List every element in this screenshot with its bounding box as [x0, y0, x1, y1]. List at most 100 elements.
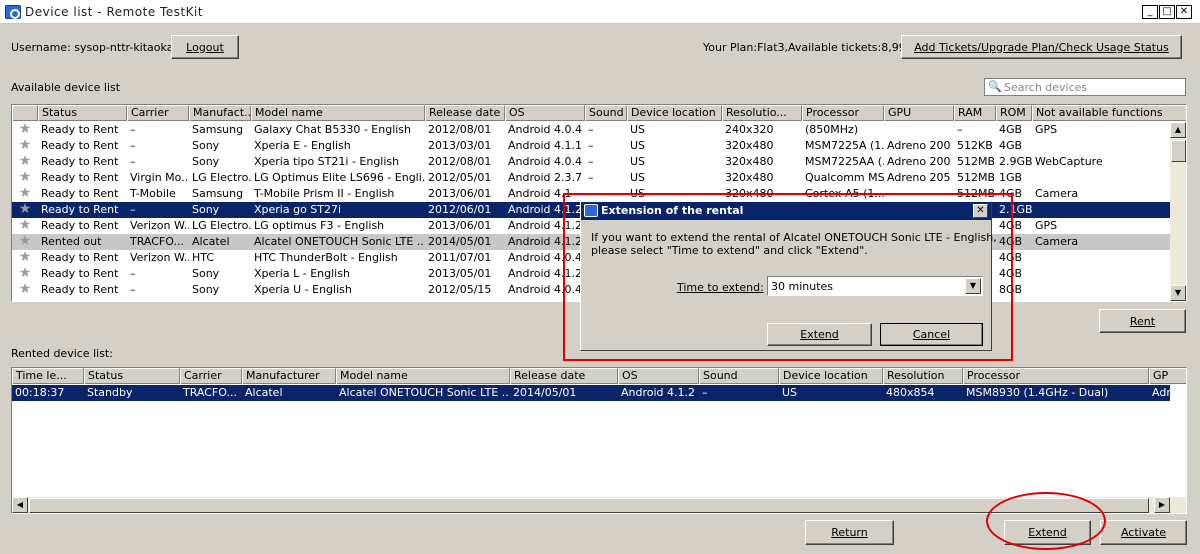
table-cell: 240x320 [725, 123, 774, 136]
table-cell: – [588, 123, 594, 136]
available-header-col-7[interactable]: Device location [627, 105, 722, 121]
table-cell: Adreno 200 [887, 155, 951, 168]
scroll-thumb[interactable] [1171, 140, 1186, 162]
table-cell: T-Mobile [130, 187, 176, 200]
table-cell: 512MB [957, 155, 996, 168]
table-cell: 2014/05/01 [428, 235, 492, 248]
table-row[interactable]: ★Ready to Rent Virgin Mo...LG Electro...L… [12, 170, 1170, 186]
table-cell: HTC [192, 251, 215, 264]
available-header-col-10[interactable]: GPU [884, 105, 954, 121]
favorite-star-icon[interactable]: ★ [12, 234, 38, 250]
table-cell: 512MB [957, 171, 996, 184]
favorite-star-icon[interactable]: ★ [12, 250, 38, 266]
table-cell: 2013/03/01 [428, 139, 492, 152]
available-header-col-11[interactable]: RAM [954, 105, 996, 121]
available-header-col-3[interactable]: Model name [251, 105, 425, 121]
table-cell: Adreno 205 [887, 171, 951, 184]
rented-header-col-6[interactable]: OS [618, 368, 699, 384]
table-cell: Android 4.0.4 [508, 155, 583, 168]
rented-header-col-4[interactable]: Model name [336, 368, 510, 384]
favorite-star-icon[interactable]: ★ [12, 138, 38, 154]
favorite-star-icon[interactable]: ★ [12, 186, 38, 202]
minimize-button[interactable]: _ [1142, 5, 1158, 19]
table-cell: 2012/05/01 [428, 171, 492, 184]
table-cell [1032, 202, 1186, 218]
scroll-up-icon[interactable]: ▲ [1170, 122, 1186, 138]
table-cell: TRACFO... [183, 386, 237, 399]
activate-button[interactable]: Activate [1100, 520, 1187, 545]
available-header-col-6[interactable]: Sound [585, 105, 627, 121]
table-cell [1032, 170, 1186, 186]
table-cell: 00:18:37 [15, 386, 65, 399]
logout-button[interactable]: Logout [171, 35, 239, 59]
search-placeholder: Search devices [1004, 81, 1088, 94]
hscroll-thumb[interactable] [29, 498, 1149, 513]
close-button[interactable]: ✕ [1176, 5, 1192, 19]
table-cell: LG optimus F3 - English [254, 219, 385, 232]
favorite-star-icon[interactable]: ★ [12, 154, 38, 170]
table-cell: – [130, 139, 136, 152]
table-cell: LG Electro... [192, 171, 251, 184]
add-tickets-button[interactable]: Add Tickets/Upgrade Plan/Check Usage Sta… [901, 35, 1182, 59]
app-icon [5, 5, 21, 19]
rented-header-col-2[interactable]: Carrier [180, 368, 242, 384]
table-row[interactable]: ★ Ready to Rent – Sony Xperia E - English 201… [12, 138, 1170, 154]
available-header-col-13[interactable]: Not available functions [1032, 105, 1186, 121]
rented-device-table[interactable]: Time le... Status Carrier Manufacturer Model… [11, 367, 1187, 514]
available-header-col-0[interactable]: Status [38, 105, 127, 121]
favorite-star-icon[interactable]: ★ [12, 202, 38, 218]
table-cell: Samsung [192, 123, 244, 136]
table-cell: Ready to Rent [41, 251, 119, 264]
available-header-col-9[interactable]: Processor [802, 105, 884, 121]
rented-header-col-7[interactable]: Sound [699, 368, 779, 384]
available-header-col-5[interactable]: OS [505, 105, 585, 121]
return-button[interactable]: Return [805, 520, 894, 545]
available-header-col-8[interactable]: Resolutio... [722, 105, 802, 121]
available-header-col-4[interactable]: Release date [425, 105, 505, 121]
search-input[interactable]: 🔍 Search devices [984, 78, 1186, 96]
table-cell: Android 4.0.4 [508, 123, 583, 136]
scroll-right-icon[interactable]: ▶ [1154, 497, 1170, 513]
favorite-star-icon[interactable]: ★ [12, 218, 38, 234]
table-cell: 320x480 [725, 171, 774, 184]
table-cell: Ready to Rent [41, 171, 119, 184]
table-cell: Camera [1035, 187, 1079, 200]
table-row[interactable]: ★ Ready to Rent – Samsung Galaxy Chat B5330 … [12, 122, 1170, 138]
rented-header-col-5[interactable]: Release date [510, 368, 618, 384]
scroll-down-icon[interactable]: ▼ [1170, 285, 1186, 301]
table-cell: 4GB [999, 123, 1023, 136]
table-row[interactable]: 00:18:37 Standby TRACFO... Alcatel Alcatel O… [12, 385, 1171, 401]
favorite-star-icon[interactable]: ★ [12, 122, 38, 138]
rented-header-col-3[interactable]: Manufacturer [242, 368, 336, 384]
rented-header-col-8[interactable]: Device location [779, 368, 883, 384]
table-cell: Alcatel [192, 235, 230, 248]
table-cell [1032, 282, 1186, 298]
table-cell: Samsung [192, 187, 244, 200]
rented-header-col-1[interactable]: Status [84, 368, 180, 384]
rented-header-col-9[interactable]: Resolution [883, 368, 963, 384]
rented-header-col-11[interactable]: GP [1149, 368, 1186, 384]
available-scrollbar[interactable]: ▲ ▼ [1170, 122, 1186, 301]
available-header-col-1[interactable]: Carrier [127, 105, 189, 121]
available-device-list-label: Available device list [11, 81, 121, 94]
favorite-star-icon[interactable]: ★ [12, 282, 38, 298]
available-header-favorite[interactable] [12, 105, 38, 121]
favorite-star-icon[interactable]: ★ [12, 266, 38, 282]
table-cell: 2.9GB [999, 155, 1032, 168]
favorite-star-icon[interactable]: ★ [12, 170, 38, 186]
table-cell: GPS [1035, 123, 1058, 136]
table-cell: Sony [192, 155, 220, 168]
window-title: Device list - Remote TestKit [25, 5, 204, 19]
maximize-button[interactable]: □ [1159, 5, 1175, 19]
available-header-col-12[interactable]: ROM [996, 105, 1032, 121]
rent-button[interactable]: Rent [1099, 309, 1186, 333]
scroll-left-icon[interactable]: ◀ [12, 497, 28, 513]
table-cell: 480x854 [886, 386, 935, 399]
table-cell: – [957, 123, 963, 136]
rented-header-col-10[interactable]: Processor [963, 368, 1149, 384]
table-row[interactable]: ★ Ready to Rent – Sony Xperia tipo ST21i - E… [12, 154, 1170, 170]
available-header-col-2[interactable]: Manufact... [189, 105, 251, 121]
table-cell: Xperia go ST27i [254, 203, 342, 216]
rented-header-col-0[interactable]: Time le... [12, 368, 84, 384]
table-cell: HTC ThunderBolt - English [254, 251, 398, 264]
